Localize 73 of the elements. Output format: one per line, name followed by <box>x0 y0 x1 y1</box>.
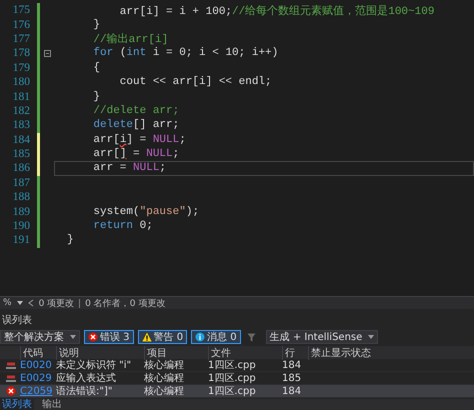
line-number: 181 <box>12 90 31 103</box>
line-number: 177 <box>12 32 31 45</box>
line-number: 178 <box>12 47 31 60</box>
collapse-icon[interactable] <box>44 50 50 57</box>
code-line: } <box>92 90 100 103</box>
line-number: 186 <box>12 162 31 174</box>
code-line: arr = NULL; <box>92 162 166 174</box>
code-line: system("pause"); <box>92 206 200 218</box>
table-cell-text: 核心编程 <box>144 372 185 384</box>
column-header[interactable]: 文件 <box>208 346 278 360</box>
info-icon <box>195 332 206 342</box>
error-code-link[interactable]: E0020 <box>20 360 52 370</box>
code-line: { <box>92 62 100 74</box>
table-cell-text: 核心编程 <box>144 386 185 396</box>
column-header[interactable]: 说明 <box>56 346 140 360</box>
panel-tab[interactable]: 误列表 <box>0 399 34 410</box>
code-line: for (int i = 0; i < 10; i++) <box>92 47 278 60</box>
zoom-level[interactable]: % <box>3 298 12 308</box>
line-number: 187 <box>12 176 31 189</box>
authors-count[interactable]: 0 名作者，0 项更改 <box>85 296 166 310</box>
table-cell-text: 1四区.cpp <box>208 372 257 384</box>
caret-icon[interactable] <box>16 301 23 305</box>
code-line: arr[i] = NULL; <box>92 134 186 146</box>
filter-button[interactable]: 消息 0 <box>191 330 241 344</box>
column-header[interactable]: 禁止显示状态 <box>308 346 418 360</box>
column-header[interactable]: 项目 <box>144 346 204 360</box>
table-cell-text: 核心编程 <box>144 360 185 370</box>
line-number: 190 <box>12 220 31 232</box>
line-number: 185 <box>12 148 31 160</box>
code-line: arr[] = NULL; <box>92 148 180 160</box>
error-row[interactable]: E0020 未定义标识符 "i" 核心编程 1四区.cpp 184 <box>0 359 474 372</box>
line-number: 179 <box>12 62 31 74</box>
line-number: 175 <box>12 4 31 16</box>
code-line: } <box>67 234 74 246</box>
line-number: 189 <box>12 206 31 218</box>
line-number: 183 <box>12 119 31 132</box>
table-cell-text: 184 <box>282 360 302 370</box>
line-number: 184 <box>12 134 31 146</box>
code-line: arr[i] = i + 100;//给每个数组元素赋值，范围是100~109 <box>118 4 434 18</box>
code-line: } <box>92 18 100 31</box>
line-number: 182 <box>12 104 31 117</box>
table-cell-text: 语法错误:"]" <box>56 386 114 396</box>
error-row[interactable]: C2059 语法错误:"]" 核心编程 1四区.cpp 184 <box>0 385 474 398</box>
column-header[interactable]: 代码 <box>20 346 52 360</box>
line-number: 176 <box>12 18 31 31</box>
panel-tab[interactable]: 输出 <box>40 399 64 410</box>
table-cell-text: 未定义标识符 "i" <box>56 360 132 370</box>
line-number: 191 <box>12 234 31 246</box>
code-line: //输出arr[i] <box>92 32 168 46</box>
column-header[interactable]: 行 <box>282 346 304 360</box>
error-icon <box>88 332 98 342</box>
filter-icon[interactable] <box>246 332 256 342</box>
panel-title: 误列表 <box>1 314 33 328</box>
line-number: 180 <box>12 76 31 88</box>
filter-button[interactable]: 错误 3 <box>84 330 134 344</box>
line-number: 188 <box>12 191 31 204</box>
code-line: cout << arr[i] << endl; <box>118 76 272 88</box>
table-cell-text: 185 <box>282 372 302 384</box>
table-cell-text: 1四区.cpp <box>208 386 257 396</box>
changes-count[interactable]: 0 项更改 <box>38 296 74 310</box>
table-cell-text: 应输入表达式 <box>56 372 117 384</box>
filter-button[interactable]: 警告 0 <box>138 330 188 344</box>
code-line: return 0; <box>92 220 153 232</box>
error-code-link[interactable]: E0029 <box>20 372 52 384</box>
table-cell-text: 184 <box>282 386 302 396</box>
table-cell-text: 1四区.cpp <box>208 360 257 370</box>
caret-icon[interactable] <box>70 335 76 339</box>
caret-icon[interactable] <box>368 335 374 339</box>
warning-icon <box>142 332 152 342</box>
code-line: delete[] arr; <box>92 119 180 132</box>
code-line: //delete arr; <box>92 104 180 117</box>
scope-dropdown[interactable]: 整个解决方案 <box>0 330 80 344</box>
source-dropdown[interactable]: 生成 + IntelliSense <box>266 330 378 344</box>
